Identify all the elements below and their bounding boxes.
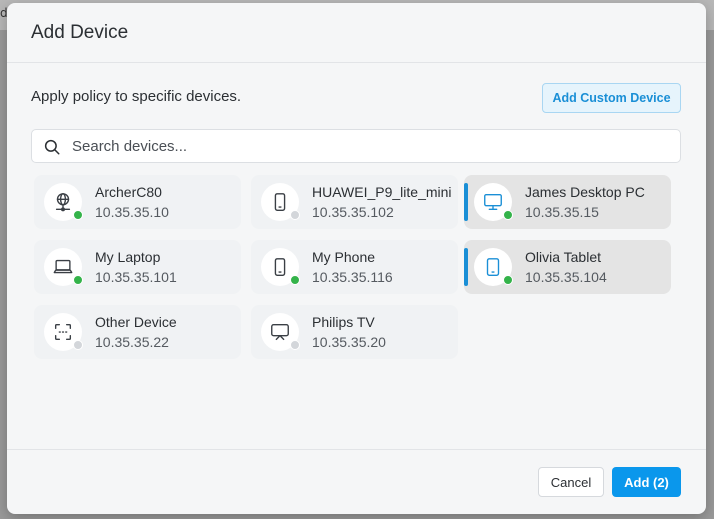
- status-dot-offline: [290, 210, 300, 220]
- device-card-olivia-tablet[interactable]: Olivia Tablet 10.35.35.104: [464, 240, 671, 294]
- status-dot-online: [503, 210, 513, 220]
- device-ip: 10.35.35.20: [312, 334, 386, 350]
- device-card-huawei-p9-lite-mini[interactable]: HUAWEI_P9_lite_mini 10.35.35.102: [251, 175, 458, 229]
- monitor-icon: [484, 193, 502, 211]
- device-ip: 10.35.35.22: [95, 334, 169, 350]
- cancel-button[interactable]: Cancel: [538, 467, 604, 497]
- device-avatar: [261, 183, 300, 221]
- device-ip: 10.35.35.101: [95, 269, 177, 285]
- device-name: Other Device: [95, 314, 177, 330]
- phone-icon: [274, 258, 286, 276]
- device-card-my-laptop[interactable]: My Laptop 10.35.35.101: [34, 240, 241, 294]
- selection-indicator: [464, 183, 468, 221]
- status-dot-offline: [290, 340, 300, 350]
- dialog-title: Add Device: [31, 22, 129, 43]
- dialog-subtitle: Apply policy to specific devices.: [31, 88, 242, 105]
- device-name: HUAWEI_P9_lite_mini: [312, 184, 452, 200]
- search-box[interactable]: [31, 129, 681, 163]
- device-avatar: [44, 248, 83, 286]
- status-dot-online: [73, 275, 83, 285]
- phone-icon: [274, 193, 286, 211]
- device-card-james-desktop-pc[interactable]: James Desktop PC 10.35.35.15: [464, 175, 671, 229]
- device-card-philips-tv[interactable]: Philips TV 10.35.35.20: [251, 305, 458, 359]
- search-input[interactable]: [72, 130, 672, 162]
- device-avatar: [261, 313, 300, 351]
- device-ip: 10.35.35.116: [312, 269, 393, 285]
- device-ip: 10.35.35.104: [525, 269, 607, 285]
- search-icon: [44, 139, 60, 155]
- device-ip: 10.35.35.15: [525, 204, 599, 220]
- device-name: James Desktop PC: [525, 184, 645, 200]
- device-card-archerc80[interactable]: ArcherC80 10.35.35.10: [34, 175, 241, 229]
- selection-indicator: [464, 248, 468, 286]
- device-ip: 10.35.35.102: [312, 204, 394, 220]
- add-custom-device-button[interactable]: Add Custom Device: [542, 83, 681, 113]
- laptop-icon: [53, 259, 73, 274]
- device-name: ArcherC80: [95, 184, 162, 200]
- router-globe-icon: [55, 193, 71, 212]
- device-name: Olivia Tablet: [525, 249, 602, 265]
- device-avatar: [44, 183, 83, 221]
- device-ip: 10.35.35.10: [95, 204, 169, 220]
- device-card-other-device[interactable]: Other Device 10.35.35.22: [34, 305, 241, 359]
- status-dot-offline: [73, 340, 83, 350]
- tv-icon: [271, 323, 289, 341]
- dialog-header: Add Device: [7, 3, 706, 63]
- status-dot-online: [73, 210, 83, 220]
- device-avatar: [261, 248, 300, 286]
- device-name: My Laptop: [95, 249, 161, 265]
- device-card-my-phone[interactable]: My Phone 10.35.35.116: [251, 240, 458, 294]
- status-dot-online: [290, 275, 300, 285]
- tablet-icon: [486, 258, 500, 276]
- add-button[interactable]: Add (2): [612, 467, 681, 497]
- device-avatar: [44, 313, 83, 351]
- add-device-dialog: Add Device Apply policy to specific devi…: [7, 3, 706, 514]
- dialog-footer: Cancel Add (2): [7, 449, 706, 514]
- device-name: My Phone: [312, 249, 376, 265]
- device-name: Philips TV: [312, 314, 375, 330]
- other-device-icon: [54, 323, 72, 341]
- status-dot-online: [503, 275, 513, 285]
- device-avatar: [474, 183, 513, 221]
- device-avatar: [474, 248, 513, 286]
